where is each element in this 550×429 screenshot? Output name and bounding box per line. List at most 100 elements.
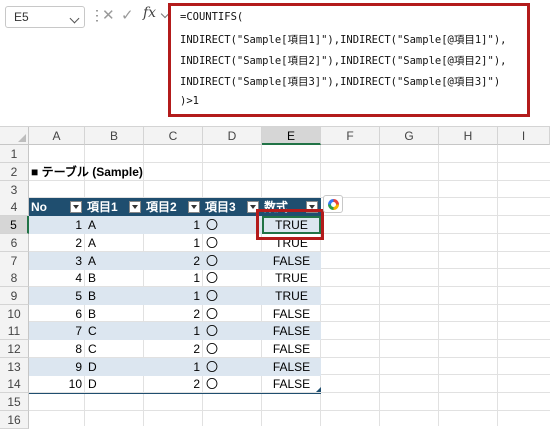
cell-item3[interactable]: 〇 (203, 234, 262, 252)
cell-no[interactable]: 1 (29, 216, 85, 234)
column-header-h[interactable]: H (439, 127, 498, 145)
cell-formula[interactable]: FALSE (262, 305, 321, 323)
cell-item1[interactable]: B (85, 269, 144, 287)
copilot-icon (328, 199, 339, 210)
grid-line-horizontal (29, 410, 550, 411)
cell-no[interactable]: 10 (29, 375, 85, 393)
cell-no[interactable]: 7 (29, 322, 85, 340)
row-header-3[interactable]: 3 (0, 181, 29, 199)
column-header-a[interactable]: A (29, 127, 85, 145)
table-header-no[interactable]: No (29, 198, 85, 216)
row-header-7[interactable]: 7 (0, 252, 29, 270)
name-box-value: E5 (14, 10, 29, 24)
insert-function-button[interactable]: fx (143, 5, 156, 21)
grid-line-horizontal (29, 180, 550, 181)
column-header-g[interactable]: G (380, 127, 439, 145)
formula-bar: E5 ⋮ ✕ ✓ fx =COUNTIFS( INDIRECT("Sample[… (0, 0, 550, 127)
cell-formula[interactable]: TRUE (262, 287, 321, 305)
header-label: 項目2 (146, 200, 177, 214)
column-header-i[interactable]: I (498, 127, 550, 145)
formula-input[interactable]: =COUNTIFS( INDIRECT("Sample[項目1]"),INDIR… (168, 3, 530, 117)
cell-no[interactable]: 3 (29, 252, 85, 270)
cell-no[interactable]: 8 (29, 340, 85, 358)
column-header-d[interactable]: D (203, 127, 262, 145)
cell-item3[interactable]: 〇 (203, 252, 262, 270)
formula-line: INDIRECT("Sample[項目3]"),INDIRECT("Sample… (180, 76, 501, 88)
table-resize-handle[interactable] (316, 387, 321, 392)
cell-item1[interactable]: D (85, 375, 144, 393)
cell-item2[interactable]: 1 (144, 287, 203, 305)
chevron-down-icon[interactable] (69, 13, 80, 24)
row-header-15[interactable]: 15 (0, 393, 29, 411)
cell-item3[interactable]: 〇 (203, 269, 262, 287)
filter-dropdown-icon[interactable] (70, 201, 82, 213)
cell-item1[interactable]: D (85, 358, 144, 376)
cell-item2[interactable]: 1 (144, 358, 203, 376)
row-header-12[interactable]: 12 (0, 340, 29, 358)
cell-item2[interactable]: 2 (144, 375, 203, 393)
cell-formula[interactable]: FALSE (262, 358, 321, 376)
row-header-4[interactable]: 4 (0, 198, 29, 216)
filter-dropdown-icon[interactable] (129, 201, 141, 213)
cell-no[interactable]: 9 (29, 358, 85, 376)
cell-item1[interactable]: C (85, 340, 144, 358)
row-header-16[interactable]: 16 (0, 411, 29, 429)
cell-item1[interactable]: A (85, 234, 144, 252)
cell-item3[interactable]: 〇 (203, 375, 262, 393)
row-header-14[interactable]: 14 (0, 375, 29, 393)
enter-icon[interactable]: ✓ (121, 6, 134, 24)
cancel-icon[interactable]: ✕ (102, 6, 115, 24)
cell-item2[interactable]: 1 (144, 269, 203, 287)
cell-item3[interactable]: 〇 (203, 305, 262, 323)
column-header-b[interactable]: B (85, 127, 144, 145)
row-header-9[interactable]: 9 (0, 287, 29, 305)
quick-analysis-button[interactable] (323, 195, 343, 213)
row-header-5[interactable]: 5 (0, 216, 29, 234)
cell-item2[interactable]: 2 (144, 340, 203, 358)
cell-item1[interactable]: C (85, 322, 144, 340)
cell-formula[interactable]: FALSE (262, 252, 321, 270)
row-header-10[interactable]: 10 (0, 305, 29, 323)
cell-item3[interactable]: 〇 (203, 358, 262, 376)
formula-line: INDIRECT("Sample[項目2]"),INDIRECT("Sample… (180, 55, 507, 67)
cell-formula[interactable]: FALSE (262, 375, 321, 393)
cell-formula[interactable]: FALSE (262, 340, 321, 358)
cell-formula[interactable]: FALSE (262, 322, 321, 340)
cell-no[interactable]: 2 (29, 234, 85, 252)
cell-item1[interactable]: B (85, 305, 144, 323)
row-header-1[interactable]: 1 (0, 145, 29, 163)
select-all-icon (18, 134, 26, 142)
cell-item2[interactable]: 1 (144, 216, 203, 234)
cell-item2[interactable]: 2 (144, 252, 203, 270)
column-header-f[interactable]: F (321, 127, 380, 145)
row-header-11[interactable]: 11 (0, 322, 29, 340)
name-box[interactable]: E5 (5, 6, 85, 28)
table-header-item2[interactable]: 項目2 (144, 198, 203, 216)
cell-item1[interactable]: A (85, 252, 144, 270)
cell-no[interactable]: 6 (29, 305, 85, 323)
cell-item1[interactable]: B (85, 287, 144, 305)
row-header-6[interactable]: 6 (0, 234, 29, 252)
row-header-13[interactable]: 13 (0, 358, 29, 376)
cell-item3[interactable]: 〇 (203, 216, 262, 234)
cell-item3[interactable]: 〇 (203, 287, 262, 305)
cell-item2[interactable]: 1 (144, 322, 203, 340)
row-header-2[interactable]: 2 (0, 163, 29, 181)
cell-no[interactable]: 5 (29, 287, 85, 305)
table-header-item3[interactable]: 項目3 (203, 198, 262, 216)
column-header-c[interactable]: C (144, 127, 203, 145)
cell-item2[interactable]: 2 (144, 305, 203, 323)
table-header-item1[interactable]: 項目1 (85, 198, 144, 216)
cell-item1[interactable]: A (85, 216, 144, 234)
sheet-title[interactable]: ■ テーブル (Sample) (31, 163, 143, 180)
filter-dropdown-icon[interactable] (188, 201, 200, 213)
cell-no[interactable]: 4 (29, 269, 85, 287)
cell-item2[interactable]: 1 (144, 234, 203, 252)
row-header-8[interactable]: 8 (0, 269, 29, 287)
cell-formula[interactable]: TRUE (262, 269, 321, 287)
cell-item3[interactable]: 〇 (203, 322, 262, 340)
select-all-button[interactable] (0, 127, 29, 145)
cell-item3[interactable]: 〇 (203, 340, 262, 358)
highlight-box (256, 209, 324, 240)
column-header-e[interactable]: E (262, 127, 321, 145)
